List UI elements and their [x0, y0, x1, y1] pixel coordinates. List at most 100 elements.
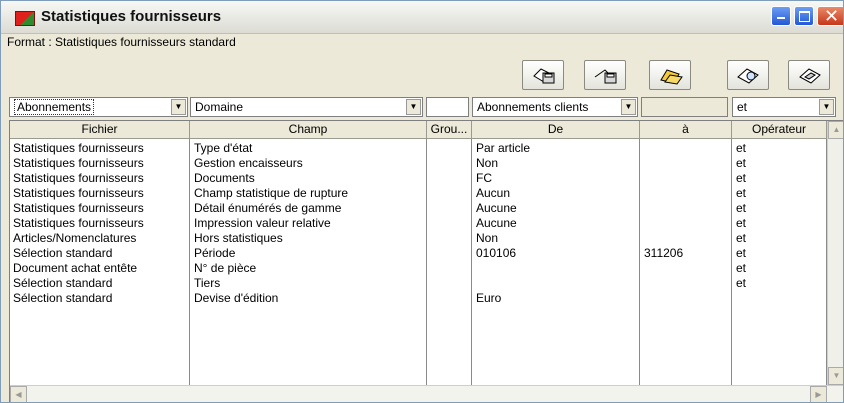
table-cell[interactable]: Non	[476, 231, 636, 245]
delete-button[interactable]	[788, 60, 830, 90]
table-cell[interactable]	[431, 276, 469, 290]
table-cell[interactable]: et	[736, 216, 824, 230]
table-cell[interactable]: Documents	[194, 171, 424, 185]
table-cell[interactable]: Non	[476, 156, 636, 170]
table-cell[interactable]: 010106	[476, 246, 636, 260]
column-header-champ[interactable]: Champ	[190, 121, 427, 139]
table-cell[interactable]: Articles/Nomenclatures	[13, 231, 187, 245]
table-cell[interactable]: Impression valeur relative	[194, 216, 424, 230]
scroll-left-icon[interactable]: ◀	[10, 386, 27, 402]
table-cell[interactable]: Aucune	[476, 201, 636, 215]
table-cell[interactable]	[431, 141, 469, 155]
table-cell[interactable]: Type d'état	[194, 141, 424, 155]
save-button[interactable]	[522, 60, 564, 90]
table-cell[interactable]: Sélection standard	[13, 276, 187, 290]
table-cell[interactable]: Détail énumérés de gamme	[194, 201, 424, 215]
column-header-a[interactable]: à	[640, 121, 732, 139]
criteria-table[interactable]: Fichier Champ Grou... De à Opérateur Sta…	[9, 120, 843, 402]
minimize-button[interactable]	[771, 6, 791, 26]
table-cell[interactable]: Document achat entête	[13, 261, 187, 275]
open-save-button[interactable]	[584, 60, 626, 90]
table-cell[interactable]: et	[736, 141, 824, 155]
table-cell[interactable]: Statistiques fournisseurs	[13, 156, 187, 170]
table-cell[interactable]	[431, 216, 469, 230]
table-cell[interactable]: Statistiques fournisseurs	[13, 201, 187, 215]
table-cell[interactable]: Sélection standard	[13, 291, 187, 305]
table-cell[interactable]	[431, 231, 469, 245]
table-cell[interactable]: Statistiques fournisseurs	[13, 216, 187, 230]
vertical-scrollbar[interactable]: ▲ ▼	[827, 121, 843, 385]
table-cell[interactable]	[431, 246, 469, 260]
column-header-fichier[interactable]: Fichier	[10, 121, 190, 139]
table-cell[interactable]: Statistiques fournisseurs	[13, 186, 187, 200]
table-cell[interactable]: Période	[194, 246, 424, 260]
table-cell[interactable]	[431, 261, 469, 275]
table-cell[interactable]	[431, 186, 469, 200]
table-cell[interactable]	[476, 276, 636, 290]
table-cell[interactable]: et	[736, 261, 824, 275]
chevron-down-icon[interactable]: ▼	[406, 99, 421, 115]
from-select[interactable]: Abonnements clients ▼	[472, 97, 638, 117]
table-cell[interactable]: et	[736, 171, 824, 185]
table-cell[interactable]: N° de pièce	[194, 261, 424, 275]
group-input[interactable]	[426, 97, 469, 117]
scroll-down-icon[interactable]: ▼	[828, 367, 843, 385]
open-folder-button[interactable]	[649, 60, 691, 90]
chevron-down-icon[interactable]: ▼	[819, 99, 834, 115]
table-cell[interactable]	[644, 141, 729, 155]
chevron-down-icon[interactable]: ▼	[171, 99, 186, 115]
table-cell[interactable]	[736, 291, 824, 305]
scroll-up-icon[interactable]: ▲	[828, 121, 843, 139]
column-header-groupe[interactable]: Grou...	[427, 121, 472, 139]
title-bar[interactable]: Statistiques fournisseurs ✕	[1, 1, 843, 34]
operator-select[interactable]: et ▼	[732, 97, 836, 117]
table-cell[interactable]	[431, 156, 469, 170]
table-cell[interactable]	[431, 291, 469, 305]
table-cell[interactable]: 311206	[644, 246, 729, 260]
table-cell[interactable]: Aucune	[476, 216, 636, 230]
table-cell[interactable]: Aucun	[476, 186, 636, 200]
table-cell[interactable]: Gestion encaisseurs	[194, 156, 424, 170]
close-button[interactable]: ✕	[817, 6, 843, 27]
table-cell[interactable]: et	[736, 201, 824, 215]
table-cell[interactable]: Statistiques fournisseurs	[13, 171, 187, 185]
table-cell[interactable]	[431, 201, 469, 215]
table-cell[interactable]: Sélection standard	[13, 246, 187, 260]
table-cell[interactable]	[644, 186, 729, 200]
table-cell[interactable]: et	[736, 186, 824, 200]
table-cell[interactable]	[644, 261, 729, 275]
table-cell[interactable]: et	[736, 246, 824, 260]
maximize-button[interactable]	[794, 6, 814, 26]
domain-select[interactable]: Domaine ▼	[190, 97, 423, 117]
table-cell[interactable]: Devise d'édition	[194, 291, 424, 305]
file-select[interactable]: Abonnements ▼	[9, 97, 188, 117]
table-cell[interactable]: Tiers	[194, 276, 424, 290]
table-cell[interactable]	[431, 171, 469, 185]
table-cell[interactable]: Euro	[476, 291, 636, 305]
table-cell[interactable]: Statistiques fournisseurs	[13, 141, 187, 155]
table-cell[interactable]: et	[736, 231, 824, 245]
table-cell[interactable]	[644, 231, 729, 245]
scroll-right-icon[interactable]: ▶	[810, 386, 827, 402]
print-preview-button[interactable]	[727, 60, 769, 90]
chevron-down-icon[interactable]: ▼	[621, 99, 636, 115]
table-cell[interactable]	[644, 291, 729, 305]
table-cell[interactable]: et	[736, 276, 824, 290]
table-cell[interactable]	[644, 276, 729, 290]
to-input[interactable]	[641, 97, 728, 117]
file-select-value: Abonnements	[14, 99, 95, 115]
table-cell[interactable]: et	[736, 156, 824, 170]
column-header-operateur[interactable]: Opérateur	[732, 121, 827, 139]
table-cell[interactable]	[644, 171, 729, 185]
table-cell[interactable]: FC	[476, 171, 636, 185]
table-cell[interactable]	[476, 261, 636, 275]
horizontal-scrollbar[interactable]: ◀ ▶	[10, 385, 843, 402]
table-cell[interactable]: Hors statistiques	[194, 231, 424, 245]
table-cell[interactable]: Champ statistique de rupture	[194, 186, 424, 200]
table-cell[interactable]: Par article	[476, 141, 636, 155]
column-header-de[interactable]: De	[472, 121, 640, 139]
table-cell[interactable]	[644, 201, 729, 215]
table-cell[interactable]	[644, 156, 729, 170]
delete-icon	[799, 68, 821, 84]
table-cell[interactable]	[644, 216, 729, 230]
